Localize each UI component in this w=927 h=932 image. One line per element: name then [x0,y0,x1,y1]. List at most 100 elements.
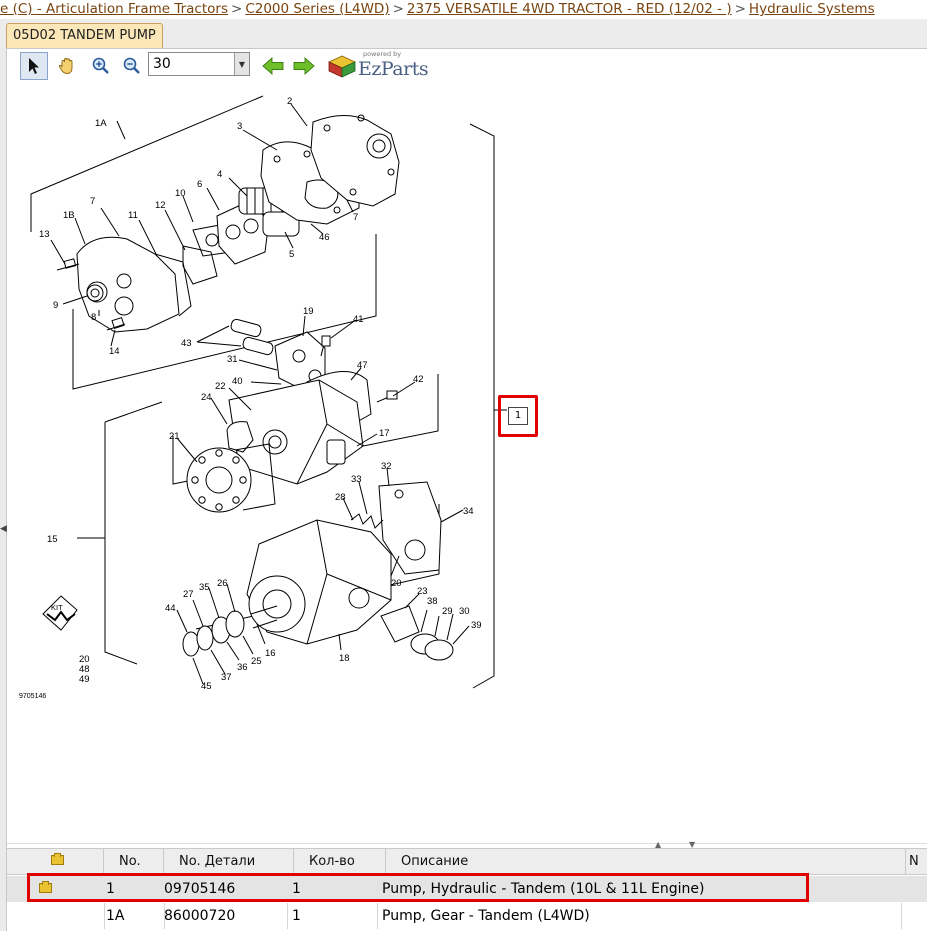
header-no[interactable]: No. [104,849,164,874]
part-label: 20 [391,578,402,589]
row-quantity: 1 [292,908,301,924]
part-label: 10 [175,188,186,199]
part-label: 7 [353,212,358,223]
breadcrumb-link-hydraulic[interactable]: Hydraulic Systems [749,1,875,17]
part-label: 5 [289,249,294,260]
zoom-in-icon [92,57,109,74]
row-description: Pump, Gear - Tandem (L4WD) [382,908,590,924]
parts-diagram[interactable]: 1A 2 3 4 5 6 7 7 10 1B 11 12 13 9 8 14 4… [7,84,927,844]
part-label: 28 [335,492,346,503]
breadcrumb-link-2375[interactable]: 2375 VERSATILE 4WD TRACTOR - RED (12/02 … [407,1,732,17]
ezparts-logo: powered by EzParts [325,49,435,81]
part-label: 12 [155,200,166,211]
part-label: 3 [237,121,242,132]
powered-by-label: powered by [363,50,402,58]
hand-pan-icon [59,58,73,74]
part-label: 30 [459,606,470,617]
part-label: 13 [39,229,50,240]
row-no: 1A [106,908,125,924]
header-icon-column[interactable] [7,849,104,874]
arrow-right-icon [293,57,315,75]
breadcrumb-link-articulation[interactable]: e (C) - Articulation Frame Tractors [0,1,228,17]
part-label: 45 [201,681,212,692]
part-label: 36 [237,662,248,673]
callout-highlight-1[interactable]: 1 [498,395,538,437]
cell-divider [901,903,902,929]
part-label: 1A [95,118,107,129]
part-label: 43 [181,338,192,349]
part-label: 25 [251,656,262,667]
cell-divider [377,903,378,929]
arrow-left-icon [262,57,284,75]
part-label: 6 [197,179,202,190]
header-quantity[interactable]: Кол-во [294,849,386,874]
left-collapse-bar[interactable]: ◀ [0,48,7,931]
arrow-pointer-icon [29,58,39,74]
part-label: 40 [232,376,243,387]
row-part-number: 86000720 [164,908,236,924]
exploded-view-drawing: 1A 2 3 4 5 6 7 7 10 1B 11 12 13 9 8 14 4… [19,95,507,700]
part-label: 8 [91,312,96,323]
part-label: 7 [90,196,95,207]
breadcrumb-link-c2000[interactable]: C2000 Series (L4WD) [245,1,389,17]
zoom-in-button[interactable] [87,52,115,80]
part-label: 33 [351,474,362,485]
cell-divider [104,903,105,929]
part-label: 16 [265,648,276,659]
part-label: 4 [217,169,222,180]
pan-tool-button[interactable] [53,52,81,80]
part-label: 24 [201,392,212,403]
header-extra[interactable]: N [906,849,927,874]
drawing-number: 9705146 [19,693,46,700]
part-label: 38 [427,596,438,607]
header-part-number[interactable]: No. Детали [164,849,294,874]
callout-label[interactable]: 1 [508,407,528,425]
zoom-level-select[interactable]: 30 ▼ [148,52,250,76]
part-label: 26 [217,578,228,589]
header-description[interactable]: Описание [386,849,906,874]
part-label: 2 [287,96,292,107]
tab-tandem-pump[interactable]: 05D02 TANDEM PUMP [6,23,163,48]
part-label: 11 [128,210,138,221]
part-label: 46 [319,232,330,243]
part-label: 22 [215,381,226,392]
cell-divider [287,903,288,929]
select-tool-button[interactable] [20,52,48,80]
part-label: 23 [417,586,428,597]
part-label: 34 [463,506,474,517]
part-label: 49 [79,674,90,685]
collapse-left-icon[interactable]: ◀ [0,524,7,534]
ezparts-box-icon [328,55,356,78]
part-label: 15 [47,534,58,545]
part-label: 37 [221,672,232,683]
ezparts-brand-text: EzParts [358,58,429,80]
part-label: 19 [303,306,314,317]
zoom-level-value: 30 [153,56,171,72]
breadcrumb: e (C) - Articulation Frame Tractors > C200… [0,0,927,19]
part-label: 41 [353,314,364,325]
part-label: 1B [63,210,75,221]
breadcrumb-separator: > [392,1,404,17]
chevron-down-icon[interactable]: ▼ [234,53,249,75]
folder-icon [51,853,64,865]
table-row[interactable]: 1A 86000720 1 Pump, Gear - Tandem (L4WD) [7,903,927,929]
part-label: 17 [379,428,390,439]
next-button[interactable] [290,52,318,80]
part-label: 47 [357,360,368,371]
part-label: 32 [381,461,392,472]
part-label: 39 [471,620,482,631]
tab-strip: 05D02 TANDEM PUMP [0,19,927,49]
part-label: 18 [339,653,350,664]
previous-button[interactable] [259,52,287,80]
selected-row-highlight [27,873,809,902]
part-label: 21 [169,431,180,442]
breadcrumb-separator: > [734,1,746,17]
part-label: 27 [183,589,194,600]
part-label: 9 [53,300,58,311]
part-label: 14 [109,346,120,357]
kit-label: KIT [51,603,63,612]
part-label: 31 [227,354,238,365]
part-label: 42 [413,374,424,385]
table-header: No. No. Детали Кол-во Описание N [7,849,927,875]
zoom-out-button[interactable] [118,52,146,80]
